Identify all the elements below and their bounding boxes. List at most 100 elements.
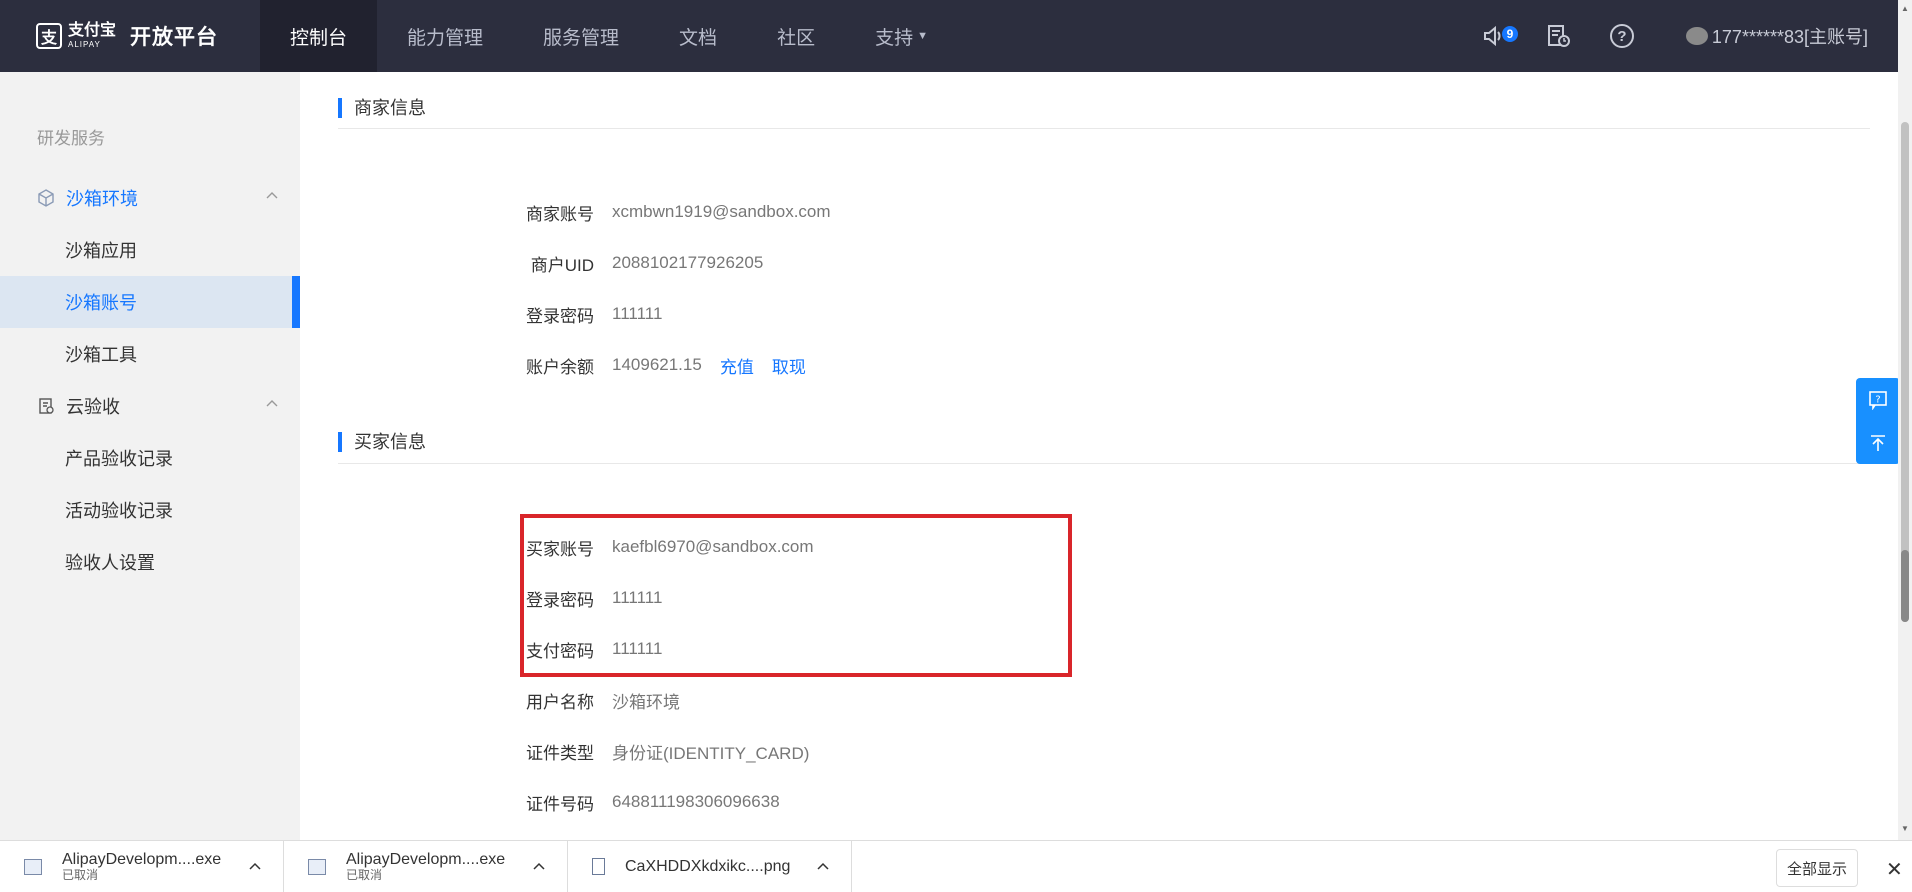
download-filename: AlipayDevelopm....exe: [62, 851, 222, 869]
close-icon[interactable]: ✕: [1886, 857, 1903, 882]
caret-down-icon: ▼: [917, 30, 928, 42]
chevron-up-icon: [266, 192, 278, 199]
scrollbar-track-thumb[interactable]: [1901, 122, 1909, 622]
nav-support-label: 支持: [875, 27, 914, 49]
download-item[interactable]: CaXHDDXkdxikc....png: [568, 840, 852, 892]
field-label: 商家账号: [526, 204, 594, 224]
sidebar-group-sandbox[interactable]: 沙箱环境: [0, 172, 300, 224]
nav-capability[interactable]: 能力管理: [377, 0, 513, 72]
nav-community[interactable]: 社区: [747, 0, 845, 72]
scrollbar-thumb[interactable]: [1901, 550, 1909, 622]
buyer-pay-password-row: 支付密码 111111: [300, 634, 1300, 664]
download-item[interactable]: AlipayDevelopm....exe 已取消: [284, 840, 568, 892]
scroll-up-icon[interactable]: ▲: [1901, 4, 1909, 13]
floating-toolbar: ?: [1856, 378, 1900, 464]
account-menu[interactable]: 177******83[主账号]: [1685, 23, 1868, 49]
field-value: 1409621.15: [612, 355, 702, 374]
exe-file-icon: [308, 858, 326, 875]
clipboard-icon: [36, 396, 56, 416]
sidebar-item-sandbox-account[interactable]: 沙箱账号: [0, 276, 300, 328]
page-scrollbar[interactable]: ▲ ▼: [1898, 0, 1912, 840]
sidebar-group-cloud-acceptance[interactable]: 云验收: [0, 380, 300, 432]
download-status: 已取消: [62, 867, 99, 882]
sidebar-item-sandbox-app[interactable]: 沙箱应用: [0, 224, 300, 276]
field-label: 商户UID: [530, 255, 594, 275]
notification-badge: 9: [1501, 26, 1518, 42]
help-icon[interactable]: ?: [1608, 22, 1636, 50]
divider: [338, 128, 1870, 129]
logo-cn-text: 支付宝: [68, 22, 117, 39]
field-label: 登录密码: [526, 306, 594, 326]
field-value: 身份证(IDENTITY_CARD): [612, 743, 810, 763]
logo-en-text: ALIPAY: [68, 40, 101, 49]
feedback-icon[interactable]: ?: [1866, 388, 1890, 412]
field-label: 证件号码: [526, 794, 594, 814]
buyer-id-number-row: 证件号码 648811198306096638: [300, 787, 1300, 817]
image-file-icon: [592, 858, 605, 875]
nav-docs[interactable]: 文档: [649, 0, 747, 72]
download-filename: AlipayDevelopm....exe: [346, 851, 506, 869]
divider: [338, 463, 1870, 464]
withdraw-link[interactable]: 取现: [772, 353, 806, 378]
back-to-top-icon[interactable]: [1866, 431, 1890, 455]
merchant-balance-row: 账户余额 1409621.15 充值 取现: [300, 350, 1300, 380]
merchant-account-row: 商家账号 xcmbwn1919@sandbox.com: [300, 197, 1300, 227]
sidebar: 研发服务 沙箱环境 沙箱应用 沙箱账号 沙箱工具 云验收 产品验收记录 活动验收…: [0, 72, 300, 840]
nav-console[interactable]: 控制台: [260, 0, 378, 72]
field-label: 支付密码: [526, 641, 594, 661]
main-content: 商家信息 商家账号 xcmbwn1919@sandbox.com 商户UID 2…: [300, 72, 1898, 840]
field-value: 111111: [612, 588, 663, 607]
sidebar-section-title: 研发服务: [37, 129, 105, 148]
platform-title: 开放平台: [130, 26, 219, 49]
sidebar-group-label: 沙箱环境: [66, 189, 138, 209]
field-value: xcmbwn1919@sandbox.com: [612, 202, 831, 221]
sidebar-item-acceptor-settings[interactable]: 验收人设置: [0, 536, 300, 588]
buyer-info-title: 买家信息: [338, 432, 426, 452]
field-value: kaefbl6970@sandbox.com: [612, 537, 814, 556]
sidebar-group-label: 云验收: [66, 397, 120, 417]
alipay-logo-icon: 支: [36, 23, 62, 49]
buyer-login-password-row: 登录密码 111111: [300, 583, 1300, 613]
svg-text:?: ?: [1875, 394, 1880, 405]
field-value: 111111: [612, 639, 663, 658]
chevron-up-icon[interactable]: [817, 861, 829, 873]
buyer-id-type-row: 证件类型 身份证(IDENTITY_CARD): [300, 736, 1300, 766]
scroll-down-icon[interactable]: ▼: [1901, 824, 1909, 833]
field-value: 648811198306096638: [612, 792, 780, 811]
merchant-uid-row: 商户UID 2088102177926205: [300, 248, 1300, 278]
download-item[interactable]: AlipayDevelopm....exe 已取消: [0, 840, 284, 892]
chevron-up-icon[interactable]: [533, 861, 545, 873]
field-value: 沙箱环境: [612, 692, 680, 712]
top-navbar: 支 支付宝 ALIPAY 开放平台 控制台 能力管理 服务管理 文档 社区 支持…: [0, 0, 1898, 72]
field-label: 证件类型: [526, 743, 594, 763]
download-filename: CaXHDDXkdxikc....png: [625, 857, 791, 875]
download-bar: AlipayDevelopm....exe 已取消 AlipayDevelopm…: [0, 840, 1912, 892]
avatar: [1685, 27, 1708, 45]
sidebar-item-sandbox-tools[interactable]: 沙箱工具: [0, 328, 300, 380]
chevron-up-icon[interactable]: [249, 861, 261, 873]
account-name: 177******83[主账号]: [1711, 27, 1868, 47]
sidebar-item-activity-records[interactable]: 活动验收记录: [0, 484, 300, 536]
field-value: 111111: [612, 304, 663, 323]
nav-service[interactable]: 服务管理: [513, 0, 649, 72]
alipay-logo[interactable]: 支 支付宝 ALIPAY 开放平台: [0, 0, 260, 72]
field-label: 买家账号: [526, 539, 594, 559]
main-nav: 控制台 能力管理 服务管理 文档 社区 支持 ▼: [260, 0, 958, 72]
buyer-account-row: 买家账号 kaefbl6970@sandbox.com: [300, 532, 1300, 562]
sidebar-item-product-records[interactable]: 产品验收记录: [0, 432, 300, 484]
document-clock-icon[interactable]: [1544, 22, 1572, 50]
field-label: 用户名称: [526, 692, 594, 712]
download-status: 已取消: [346, 867, 383, 882]
merchant-info-title: 商家信息: [338, 98, 426, 118]
field-label: 登录密码: [526, 590, 594, 610]
cube-icon: [36, 188, 56, 208]
buyer-username-row: 用户名称 沙箱环境: [300, 685, 1300, 715]
nav-support[interactable]: 支持 ▼: [845, 0, 958, 72]
merchant-password-row: 登录密码 111111: [300, 299, 1300, 329]
field-value: 2088102177926205: [612, 253, 764, 272]
speaker-icon[interactable]: 9: [1480, 22, 1518, 50]
recharge-link[interactable]: 充值: [720, 353, 754, 378]
field-label: 账户余额: [526, 357, 594, 377]
show-all-downloads-button[interactable]: 全部显示: [1776, 849, 1858, 887]
exe-file-icon: [24, 858, 42, 875]
